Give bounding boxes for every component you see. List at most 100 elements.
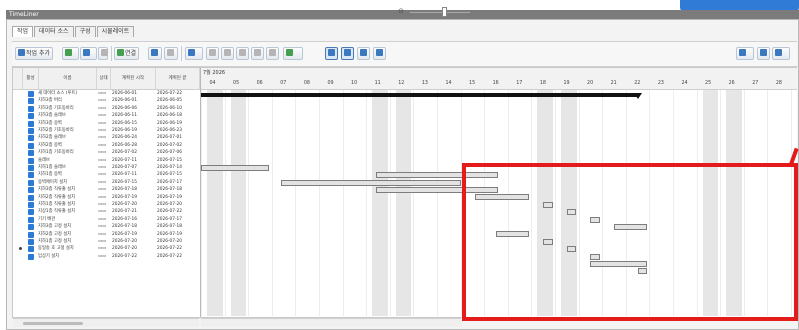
active-checkbox[interactable] [28, 216, 34, 223]
tab-tasks[interactable]: 작업 [12, 26, 34, 37]
indent-button[interactable] [206, 47, 219, 60]
scrollbar-thumb[interactable] [23, 322, 83, 325]
active-checkbox[interactable] [28, 165, 34, 171]
move-up-button[interactable] [236, 47, 249, 60]
active-checkbox[interactable] [28, 128, 34, 134]
task-row[interactable]: 지하2층 직류출 설치 ▭▭ 2026-07-19 2026-07-19 [13, 194, 200, 201]
filter-button[interactable] [185, 47, 203, 60]
task-row[interactable]: 지하3층 기초동바리 ▭▭ 2026-06-06 2026-06-10 [13, 105, 200, 112]
active-checkbox[interactable] [28, 91, 34, 97]
task-row[interactable]: 지하1층 옹벽 ▭▭ 2026-07-11 2026-07-15 [13, 171, 200, 179]
delete-task-button[interactable] [98, 47, 108, 60]
active-checkbox[interactable] [28, 202, 34, 208]
attach-button[interactable]: 연결 [114, 47, 140, 60]
task-status: ▭▭ [98, 165, 107, 170]
active-checkbox[interactable] [28, 179, 34, 186]
column-header-status[interactable]: 상태 [97, 68, 111, 90]
move-down-button[interactable] [251, 47, 264, 60]
task-row[interactable]: 슬래브 ▭▭ 2026-07-11 2026-07-15 [13, 157, 200, 164]
active-checkbox[interactable] [28, 231, 34, 238]
day-label: 08 [303, 81, 310, 86]
active-checkbox[interactable] [28, 246, 34, 253]
summary-bar[interactable] [201, 93, 638, 97]
outdent-button[interactable] [221, 47, 234, 60]
task-bar[interactable] [281, 179, 461, 186]
task-row[interactable]: 새 데이터 소스 (루트) ▭▭ 2026-06-01 2026-07-22 [13, 90, 200, 97]
task-row[interactable]: 지하3층 슬래브 ▭▭ 2026-06-11 2026-06-18 [13, 112, 200, 120]
column-header-active[interactable]: 활성 [23, 68, 39, 90]
task-row[interactable]: 기기 배관 ▭▭ 2026-07-16 2026-07-17 [13, 216, 200, 223]
clear-button[interactable] [164, 47, 178, 60]
task-row[interactable]: 지하3층 직류출 설치 ▭▭ 2026-07-18 2026-07-18 [13, 186, 200, 194]
day-gridline [366, 90, 368, 316]
task-row[interactable]: 입상기 설치 ▭▭ 2026-07-22 2026-07-22 [13, 253, 200, 260]
active-checkbox[interactable] [28, 224, 34, 231]
view-grid-button[interactable] [341, 47, 354, 60]
active-checkbox[interactable] [28, 172, 34, 179]
active-checkbox[interactable] [28, 135, 34, 142]
active-checkbox[interactable] [28, 187, 34, 194]
column-header-planned-end[interactable]: 계획된 끝 [156, 68, 200, 90]
zoom-slider-track[interactable] [410, 12, 470, 13]
task-row[interactable]: 지하2층 고정 설치 ▭▭ 2026-07-19 2026-07-19 [13, 231, 200, 238]
task-planned-end: 2026-07-15 [157, 172, 182, 178]
task-row[interactable]: 지하3층 옹벽 ▭▭ 2026-06-15 2026-06-19 [13, 120, 200, 127]
chart-horizontal-scrollbar[interactable] [201, 318, 461, 327]
task-status: ▭▭ [98, 179, 107, 185]
task-row[interactable]: 동일송 호 고정 설치 ▭▭ 2026-07-20 2026-07-22 [13, 245, 200, 253]
import-button[interactable] [757, 47, 770, 60]
task-row[interactable]: 지하2층 기초동바리 ▭▭ 2026-06-19 2026-06-23 [13, 127, 200, 134]
task-row[interactable]: 지하1층 슬래브 ▭▭ 2026-07-07 2026-07-14 [13, 164, 200, 171]
grid-horizontal-scrollbar[interactable] [13, 318, 199, 327]
active-checkbox[interactable] [28, 239, 34, 245]
tab-data-sources[interactable]: 데이터 소스 [34, 26, 74, 37]
insert-task-button[interactable] [62, 47, 79, 60]
column-header-name[interactable]: 이름 [39, 68, 97, 90]
task-planned-start: 2026-06-15 [112, 120, 137, 126]
active-checkbox[interactable] [28, 194, 34, 201]
column-header-planned-start[interactable]: 계획된 시작 [111, 68, 156, 90]
view-grid-chart-button[interactable] [325, 47, 338, 60]
task-row[interactable]: 지상1층 직류출 설치 ▭▭ 2026-07-21 2026-07-22 [13, 208, 200, 216]
active-checkbox[interactable] [28, 253, 34, 260]
comment-icon [269, 49, 276, 56]
columns-button[interactable] [283, 47, 303, 60]
active-checkbox[interactable] [28, 105, 34, 112]
active-checkbox[interactable] [28, 113, 34, 120]
task-row[interactable]: 지하1층 직류출 설치 ▭▭ 2026-07-20 2026-07-20 [13, 201, 200, 208]
task-row[interactable]: 지하1층 고정 설치 ▭▭ 2026-07-20 2026-07-20 [13, 238, 200, 245]
zoom-slider-thumb[interactable] [442, 7, 447, 17]
settings-button[interactable] [772, 47, 790, 60]
export-button[interactable] [736, 47, 754, 60]
auto-add-button[interactable] [80, 47, 97, 60]
add-task-button[interactable]: 작업 추가 [15, 47, 53, 60]
task-name: 지하1층 슬래브 [38, 165, 66, 170]
grid-chart-icon [328, 49, 335, 56]
active-checkbox[interactable] [28, 157, 34, 164]
find-items-button[interactable] [148, 47, 162, 60]
view-options-button[interactable] [373, 47, 386, 60]
view-chart-button[interactable] [357, 47, 370, 60]
task-row[interactable]: 옹벽에이치 설치 ▭▭ 2026-07-15 2026-07-17 [13, 179, 200, 186]
task-bar[interactable] [201, 164, 270, 171]
task-planned-start: 2026-07-19 [112, 194, 137, 200]
task-row[interactable]: 지하1층 기초동바리 ▭▭ 2026-07-02 2026-07-06 [13, 149, 200, 157]
active-checkbox[interactable] [28, 120, 34, 127]
task-row[interactable]: 지하2층 옹벽 ▭▭ 2026-06-28 2026-07-02 [13, 142, 200, 149]
active-checkbox[interactable] [28, 209, 34, 216]
import-icon [760, 49, 767, 56]
comment-button[interactable] [266, 47, 279, 60]
task-row[interactable]: 지하3층 버리 ▭▭ 2026-06-01 2026-06-05 [13, 97, 200, 105]
task-row[interactable]: 지하3층 고정 설치 ▭▭ 2026-07-18 2026-07-18 [13, 223, 200, 231]
tab-simulate[interactable]: 시뮬레이트 [96, 26, 135, 37]
active-checkbox[interactable] [28, 150, 34, 157]
task-planned-start: 2026-07-18 [112, 224, 137, 230]
zoom-out-icon[interactable]: ⊖ [398, 7, 404, 15]
task-status: ▭▭ [98, 120, 107, 126]
tab-configure[interactable]: 구성 [74, 26, 96, 37]
task-planned-end: 2026-07-22 [157, 91, 182, 96]
day-label: 14 [445, 81, 452, 86]
active-checkbox[interactable] [28, 142, 34, 149]
active-checkbox[interactable] [28, 98, 34, 105]
task-row[interactable]: 지하2층 슬래브 ▭▭ 2026-06-24 2026-07-01 [13, 134, 200, 142]
